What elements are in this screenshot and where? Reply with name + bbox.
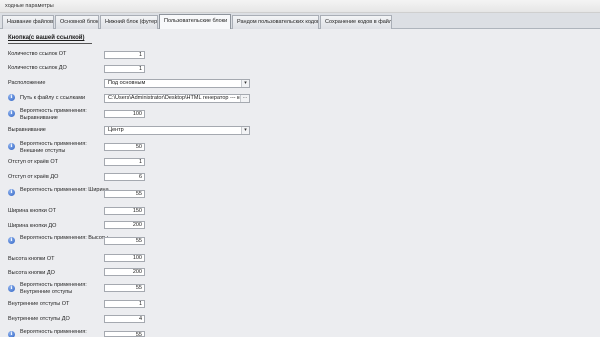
links-to-label: Количество ссылок ДО [8,65,67,71]
info-icon: i [8,237,15,244]
chevron-down-icon[interactable]: ▾ [241,80,249,87]
info-icon: i [8,189,15,196]
width-prob-label: Вероятность применения: Ширина [20,187,109,193]
align-select[interactable]: Центр ▾ [104,126,250,135]
chevron-down-icon[interactable]: ▾ [241,127,249,134]
window-title: ходные параметры [5,3,54,9]
outer-prob-input[interactable]: 50 [104,143,145,151]
inner-from-input[interactable]: 1 [104,300,145,308]
align-select-value: Центр [108,127,124,133]
links-from-label: Количество ссылок ОТ [8,51,67,57]
last-prob-input[interactable]: 55 [104,331,145,337]
links-file-path-value: C:\Users\Administrator\Desktop\HTML гене… [108,95,245,101]
tab-file-names[interactable]: Название файлов [2,15,54,29]
width-to-input[interactable]: 200 [104,221,145,229]
ellipsis-icon[interactable]: ··· [240,95,249,102]
width-from-label: Ширина кнопки ОТ [8,208,56,214]
inner-to-label: Внутренние отступы ДО [8,316,70,322]
info-icon: i [8,331,15,337]
section-divider [8,43,92,44]
height-to-input[interactable]: 200 [104,268,145,276]
info-icon: i [8,143,15,150]
tab-main-block[interactable]: Основной блок [55,15,99,29]
links-file-label: Путь к файлу с ссылками [20,95,86,101]
inner-to-input[interactable]: 4 [104,315,145,323]
tab-bar: Название файлов Основной блок Нижний бло… [0,13,600,30]
height-from-input[interactable]: 100 [104,254,145,262]
tab-custom-blocks[interactable]: Пользовательские блоки [159,14,231,30]
location-select[interactable]: Под основным ▾ [104,79,250,88]
section-title: Кнопка(с вашей ссылкой) [8,35,85,41]
height-prob-input[interactable]: 55 [104,237,145,245]
inner-prob-label: Вероятность применения: Внутренние отсту… [20,282,87,295]
edge-from-label: Отступ от краёв ОТ [8,159,58,165]
location-label: Расположение [8,80,46,86]
edge-to-label: Отступ от краёв ДО [8,174,59,180]
links-from-input[interactable]: 1 [104,51,145,59]
inner-from-label: Внутренние отступы ОТ [8,301,70,307]
align-label: Выравнивание [8,127,46,133]
inner-prob-input[interactable]: 55 [104,284,145,292]
align-prob-label: Вероятность применения: Выравнивание [20,108,87,121]
last-prob-label: Вероятность применения: [20,329,87,335]
width-prob-input[interactable]: 55 [104,190,145,198]
outer-prob-label: Вероятность применения: Внешние отступы [20,141,87,154]
tab-footer-block[interactable]: Нижний блок (футер) [100,15,158,29]
width-to-label: Ширина кнопки ДО [8,223,57,229]
links-file-path-input[interactable]: C:\Users\Administrator\Desktop\HTML гене… [104,94,250,103]
width-from-input[interactable]: 150 [104,207,145,215]
info-icon: i [8,110,15,117]
tab-save-codes[interactable]: Сохранение кодов в файл [320,15,392,29]
height-from-label: Высота кнопки ОТ [8,256,55,262]
edge-from-input[interactable]: 1 [104,158,145,166]
window-titlebar: ходные параметры [0,0,600,13]
height-prob-label: Вероятность применения: Высоты [20,235,109,241]
links-to-input[interactable]: 1 [104,65,145,73]
info-icon: i [8,94,15,101]
info-icon: i [8,285,15,292]
height-to-label: Высота кнопки ДО [8,270,55,276]
edge-to-input[interactable]: 6 [104,173,145,181]
location-select-value: Под основным [108,80,146,86]
tab-random-custom-codes[interactable]: Рандом пользовательских кодов [232,15,319,29]
align-prob-input[interactable]: 100 [104,110,145,118]
